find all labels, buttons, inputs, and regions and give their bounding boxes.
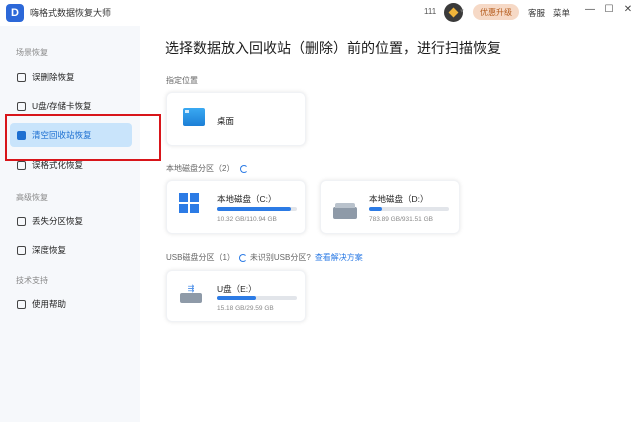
deep-scan-icon: [17, 245, 26, 255]
sidebar-section-support: 技术支持: [16, 276, 48, 285]
hard-disk-icon: [333, 203, 357, 219]
sidebar-item-lost-partition[interactable]: 丢失分区恢复: [10, 209, 132, 233]
service-button[interactable]: 客服: [528, 7, 545, 19]
disk-usage-bar: [217, 296, 297, 300]
disk-card-c[interactable]: 本地磁盘（C:） 10.32 GB/110.94 GB: [166, 180, 306, 234]
usb-section-label: USB磁盘分区（1） 未识别USB分区? 查看解决方案: [166, 252, 363, 263]
disk-usage-bar: [217, 207, 297, 211]
unrecognized-usb-text: 未识别USB分区?: [249, 253, 311, 262]
title-bar: D 嗨格式数据恢复大师 111 ▾ 优惠升级 客服 菜单 — ☐ ✕: [0, 0, 640, 26]
sidebar-item-deleted[interactable]: 误删除恢复: [10, 65, 132, 89]
disk-size: 15.18 GB/29.59 GB: [217, 305, 274, 312]
close-button[interactable]: ✕: [622, 4, 634, 15]
sidebar-item-label: 深度恢复: [32, 245, 67, 255]
desktop-label: 桌面: [217, 116, 235, 126]
disk-card-d[interactable]: 本地磁盘（D:） 783.89 GB/931.51 GB: [320, 180, 460, 234]
windows-drive-icon: [179, 193, 199, 213]
format-icon: [17, 160, 26, 170]
sidebar-item-deep[interactable]: 深度恢复: [10, 238, 132, 262]
upgrade-button[interactable]: 优惠升级: [473, 4, 519, 20]
sidebar: 场景恢复 误删除恢复 U盘/存储卡恢复 清空回收站恢复 误格式化恢复 高级恢复 …: [0, 26, 140, 422]
file-icon: [17, 72, 26, 82]
desktop-icon: [183, 108, 205, 126]
view-solution-link[interactable]: 查看解决方案: [315, 252, 363, 263]
refresh-icon[interactable]: [238, 253, 247, 262]
disk-size: 10.32 GB/110.94 GB: [217, 216, 277, 223]
minimize-button[interactable]: —: [584, 4, 596, 15]
usb-label-text: USB磁盘分区（1）: [166, 253, 235, 262]
desktop-card[interactable]: 桌面: [166, 92, 306, 146]
chevron-down-icon[interactable]: ▾: [460, 7, 464, 15]
disk-usage-fill: [217, 296, 257, 300]
app-title: 嗨格式数据恢复大师: [30, 8, 112, 18]
sidebar-item-label: 使用帮助: [32, 299, 67, 309]
sidebar-item-label: 丢失分区恢复: [32, 216, 84, 226]
sidebar-item-label: U盘/存储卡恢复: [32, 101, 92, 111]
usb-disk-card-e[interactable]: ⇶ U盘（E:） 15.18 GB/29.59 GB: [166, 270, 306, 322]
help-book-icon: [17, 299, 26, 309]
disk-name: 本地磁盘（C:）: [217, 194, 277, 204]
refresh-icon[interactable]: [240, 164, 249, 173]
usb-drive-icon: ⇶: [179, 285, 203, 303]
page-title: 选择数据放入回收站（删除）前的位置，进行扫描恢复: [165, 40, 501, 56]
partition-icon: [17, 216, 26, 226]
highlight-annotation-box: [5, 114, 161, 161]
disk-usage-fill: [217, 207, 292, 211]
user-id[interactable]: 111: [424, 7, 436, 16]
sidebar-section-advanced: 高级恢复: [16, 193, 48, 202]
local-disk-section-label: 本地磁盘分区（2）: [166, 163, 249, 174]
sidebar-item-help[interactable]: 使用帮助: [10, 292, 132, 316]
disk-size: 783.89 GB/931.51 GB: [369, 216, 433, 223]
local-disk-label-text: 本地磁盘分区（2）: [166, 164, 235, 173]
disk-usage-bar: [369, 207, 449, 211]
sidebar-section-scene: 场景恢复: [16, 48, 48, 57]
designated-location-label: 指定位置: [166, 76, 198, 85]
disk-usage-fill: [369, 207, 382, 211]
sidebar-item-label: 误删除恢复: [32, 72, 75, 82]
disk-name: 本地磁盘（D:）: [369, 194, 429, 204]
menu-button[interactable]: 菜单: [553, 7, 570, 19]
usb-drive-icon: [17, 101, 26, 111]
app-logo-icon: D: [6, 4, 24, 22]
maximize-button[interactable]: ☐: [603, 4, 615, 15]
disk-name: U盘（E:）: [217, 284, 257, 294]
